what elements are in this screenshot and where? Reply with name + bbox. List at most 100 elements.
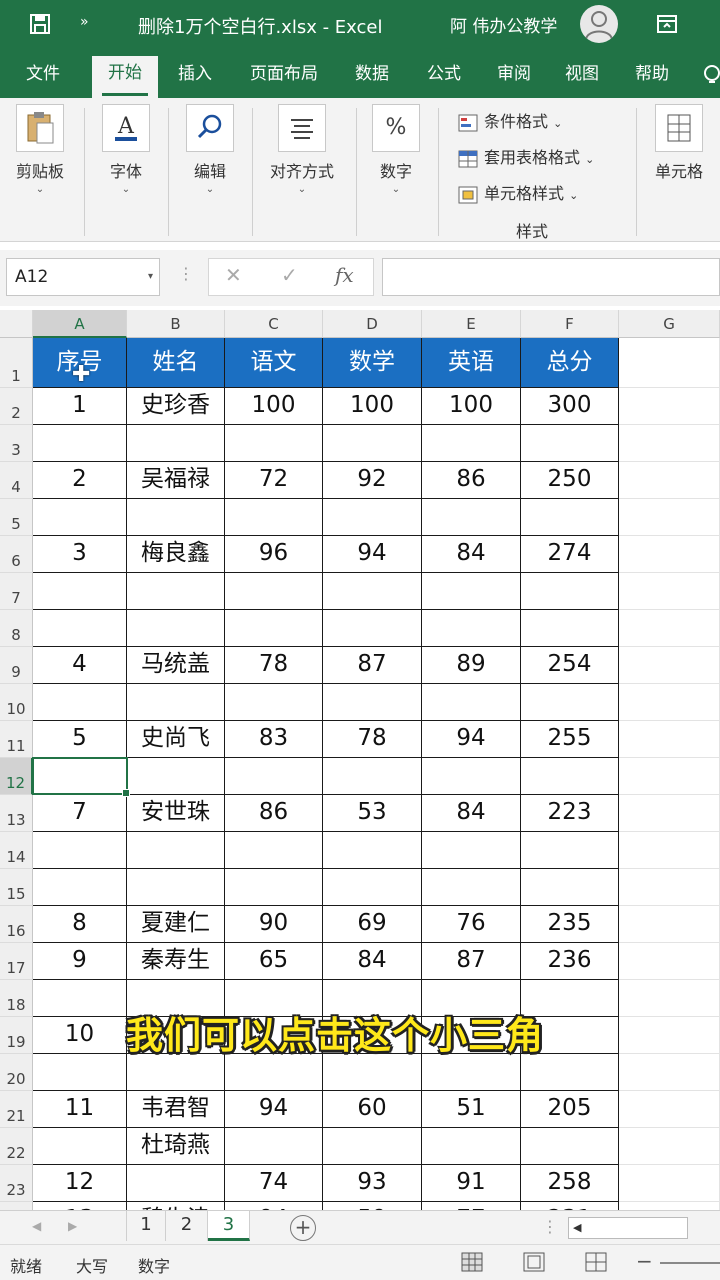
table-cell[interactable]: 韦君智 (127, 1091, 225, 1128)
worksheet-grid[interactable]: A B C D E F G 1 序号 姓名 语文 数学 英语 总分 2 1 史珍香 100 100 100 300 3 4 2… (0, 310, 720, 1210)
table-cell[interactable] (619, 869, 720, 906)
table-cell[interactable] (127, 499, 225, 536)
paste-icon[interactable] (16, 104, 64, 152)
sheet-prev-icon[interactable]: ◀ (32, 1219, 41, 1233)
sheet-tab-1[interactable]: 1 (126, 1211, 166, 1241)
table-cell[interactable] (225, 758, 323, 795)
table-cell[interactable]: 78 (225, 647, 323, 684)
table-cell[interactable]: 91 (422, 1165, 521, 1202)
table-cell[interactable] (127, 869, 225, 906)
table-cell[interactable] (422, 758, 521, 795)
drag-handle-icon[interactable]: ⋮ (178, 264, 194, 283)
table-cell[interactable]: 8 (33, 906, 127, 943)
alignment-group[interactable]: 对齐方式 ⌄ (262, 104, 342, 195)
table-cell[interactable]: 10 (33, 1017, 127, 1054)
table-cell[interactable] (619, 795, 720, 832)
table-cell[interactable]: 223 (521, 795, 619, 832)
table-cell[interactable] (619, 832, 720, 869)
tab-data[interactable]: 数据 (342, 60, 402, 98)
cell-styles-button[interactable]: 单元格样式 ⌄ (458, 180, 578, 204)
table-cell[interactable] (521, 1128, 619, 1165)
table-cell[interactable] (225, 1054, 323, 1091)
font-icon[interactable]: A (102, 104, 150, 152)
row-header-16[interactable]: 16 (0, 906, 33, 943)
table-header-cell[interactable]: 数学 (323, 338, 422, 388)
table-cell[interactable] (225, 1128, 323, 1165)
table-cell[interactable]: 205 (521, 1091, 619, 1128)
table-cell[interactable]: 12 (33, 1165, 127, 1202)
table-cell[interactable] (225, 573, 323, 610)
table-cell[interactable] (619, 425, 720, 462)
table-cell[interactable] (127, 684, 225, 721)
row-header-22[interactable]: 22 (0, 1128, 33, 1165)
table-cell[interactable] (33, 869, 127, 906)
tab-home[interactable]: 开始 (92, 56, 158, 100)
table-cell[interactable] (127, 610, 225, 647)
row-header-11[interactable]: 11 (0, 721, 33, 758)
row-header-18[interactable]: 18 (0, 980, 33, 1017)
table-cell[interactable]: 83 (225, 721, 323, 758)
table-cell[interactable] (127, 758, 225, 795)
table-cell[interactable] (422, 573, 521, 610)
table-cell[interactable]: 安世珠 (127, 795, 225, 832)
normal-view-icon[interactable] (460, 1251, 484, 1273)
table-cell[interactable] (33, 684, 127, 721)
sheet-next-icon[interactable]: ▶ (68, 1219, 77, 1233)
table-cell[interactable] (127, 425, 225, 462)
table-cell[interactable] (619, 943, 720, 980)
table-cell[interactable]: 100 (225, 388, 323, 425)
table-cell[interactable] (323, 832, 422, 869)
table-cell[interactable] (521, 573, 619, 610)
table-cell[interactable] (521, 610, 619, 647)
enter-icon[interactable]: ✓ (281, 263, 298, 287)
sheet-tab-3[interactable]: 3 (208, 1211, 250, 1241)
column-header-e[interactable]: E (422, 310, 521, 338)
search-icon[interactable] (186, 104, 234, 152)
table-header-cell[interactable]: 英语 (422, 338, 521, 388)
table-cell[interactable] (619, 758, 720, 795)
table-cell[interactable] (422, 832, 521, 869)
table-cell[interactable] (619, 647, 720, 684)
table-cell[interactable]: 65 (225, 943, 323, 980)
table-cell[interactable]: 史尚飞 (127, 721, 225, 758)
table-cell[interactable] (619, 1017, 720, 1054)
table-cell[interactable]: 86 (225, 795, 323, 832)
table-cell[interactable] (323, 425, 422, 462)
table-cell[interactable]: 255 (521, 721, 619, 758)
table-cell[interactable]: 90 (225, 906, 323, 943)
horizontal-scrollbar[interactable]: ◀ (568, 1217, 688, 1239)
insert-function-icon[interactable]: fx (335, 263, 354, 287)
table-cell[interactable] (619, 1202, 720, 1210)
row-header-9[interactable]: 9 (0, 647, 33, 684)
table-cell[interactable]: 吴福禄 (127, 462, 225, 499)
cells-icon[interactable] (655, 104, 703, 152)
table-cell[interactable] (422, 869, 521, 906)
table-cell[interactable] (619, 684, 720, 721)
table-cell[interactable] (619, 499, 720, 536)
table-cell[interactable]: 235 (521, 906, 619, 943)
table-header-cell[interactable]: 总分 (521, 338, 619, 388)
table-cell[interactable] (521, 684, 619, 721)
table-cell[interactable]: 9 (33, 943, 127, 980)
table-cell[interactable] (127, 1054, 225, 1091)
table-cell[interactable] (521, 832, 619, 869)
table-cell[interactable]: 96 (225, 536, 323, 573)
tab-page-layout[interactable]: 页面布局 (238, 60, 330, 98)
row-header-21[interactable]: 21 (0, 1091, 33, 1128)
number-group[interactable]: % 数字 ⌄ (368, 104, 424, 195)
table-cell[interactable]: 梅良鑫 (127, 536, 225, 573)
table-cell[interactable]: 86 (422, 462, 521, 499)
table-cell[interactable] (422, 499, 521, 536)
table-cell[interactable]: 秦寿生 (127, 943, 225, 980)
zoom-out-icon[interactable]: − (636, 1249, 653, 1273)
table-cell[interactable] (323, 758, 422, 795)
sheet-tab-2[interactable]: 2 (166, 1211, 208, 1241)
column-header-a[interactable]: A (33, 310, 127, 338)
table-cell[interactable] (33, 1054, 127, 1091)
table-cell[interactable]: 魏生津 (127, 1202, 225, 1210)
save-icon[interactable] (28, 12, 52, 36)
name-box[interactable]: A12 ▾ (6, 258, 160, 296)
table-cell[interactable]: 53 (323, 795, 422, 832)
table-cell[interactable]: 77 (422, 1202, 521, 1210)
table-cell[interactable]: 250 (521, 462, 619, 499)
